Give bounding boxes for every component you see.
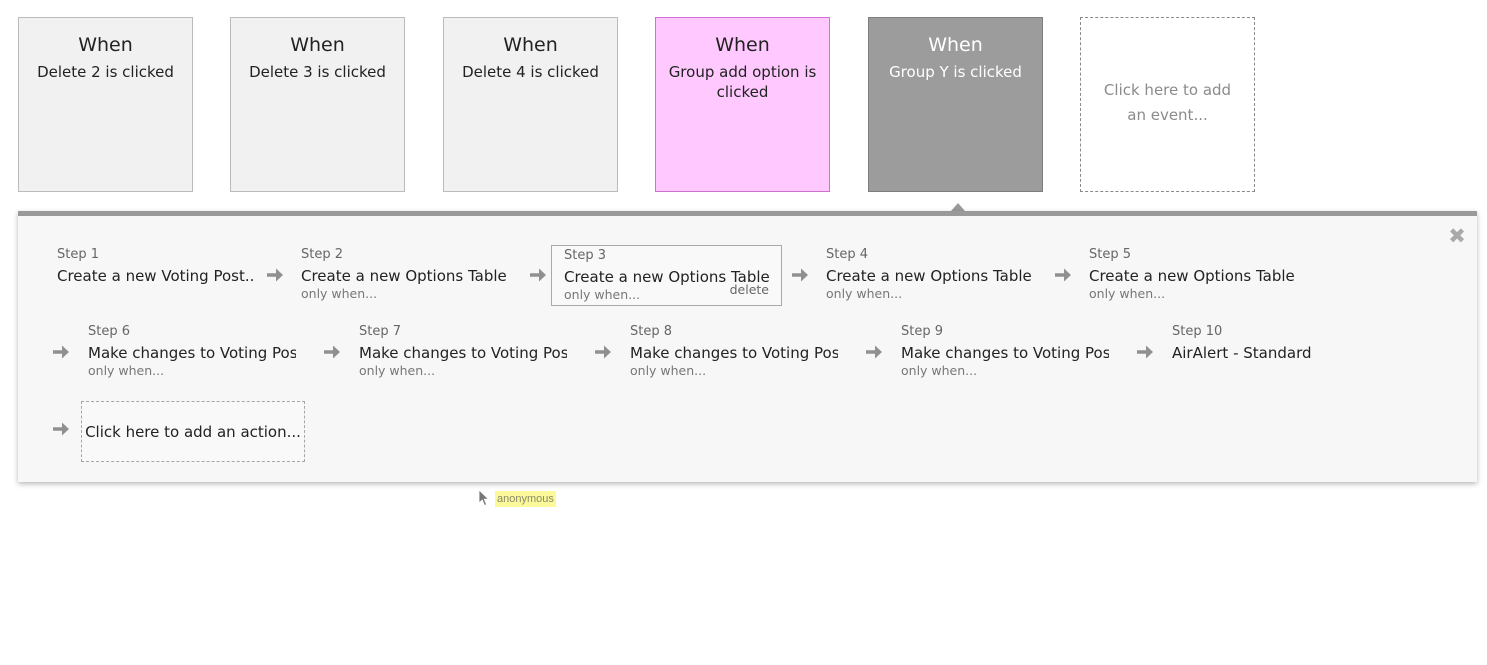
step-number: Step 1 <box>57 247 100 262</box>
event-description: Delete 4 is clicked <box>462 63 599 81</box>
arrow-right-icon <box>1137 345 1153 359</box>
add-action-label: Click here to add an action... <box>85 422 301 441</box>
event-when-label: When <box>78 34 133 56</box>
workflow-step-5[interactable]: Step 5 Create a new Options Table... onl… <box>1077 245 1307 306</box>
workflow-step-2[interactable]: Step 2 Create a new Options Table... onl… <box>289 245 519 306</box>
step-number: Step 10 <box>1172 324 1223 339</box>
step-title: Make changes to Voting Post... <box>88 344 296 362</box>
arrow-right-icon <box>530 268 546 282</box>
step-number: Step 3 <box>564 248 607 263</box>
workflow-actions-panel: ✖ Step 1 Create a new Voting Post... Ste… <box>18 211 1477 482</box>
step-number: Step 4 <box>826 247 869 262</box>
step-condition: only when... <box>88 363 165 378</box>
selected-event-pointer <box>951 203 965 211</box>
step-delete-link[interactable]: delete <box>730 282 769 298</box>
event-card-delete-4[interactable]: When Delete 4 is clicked <box>443 17 618 192</box>
step-title: Create a new Options Table... <box>1089 267 1295 285</box>
step-title: AirAlert - Standard <box>1172 344 1312 362</box>
event-when-label: When <box>503 34 558 56</box>
step-condition: only when... <box>1089 286 1166 301</box>
event-description: Group Y is clicked <box>889 63 1022 81</box>
event-when-label: When <box>928 34 983 56</box>
step-number: Step 7 <box>359 324 402 339</box>
workflow-step-10[interactable]: Step 10 AirAlert - Standard <box>1160 322 1380 383</box>
workflow-step-6[interactable]: Step 6 Make changes to Voting Post... on… <box>76 322 308 383</box>
event-card-group-add-option[interactable]: When Group add option is clicked <box>655 17 830 192</box>
arrow-right-icon <box>53 422 69 436</box>
arrow-right-icon <box>595 345 611 359</box>
step-condition: only when... <box>301 286 378 301</box>
event-card-delete-3[interactable]: When Delete 3 is clicked <box>230 17 405 192</box>
arrow-right-icon <box>866 345 882 359</box>
collaborator-user-tag: anonymous <box>495 491 556 507</box>
step-number: Step 9 <box>901 324 944 339</box>
workflow-step-9[interactable]: Step 9 Make changes to Voting Post... on… <box>889 322 1121 383</box>
event-description: Delete 3 is clicked <box>249 63 386 81</box>
step-condition: only when... <box>826 286 903 301</box>
step-title: Create a new Voting Post... <box>57 267 253 285</box>
event-description: Delete 2 is clicked <box>37 63 174 81</box>
add-event-button[interactable]: Click here to add an event... <box>1080 17 1255 192</box>
workflow-step-8[interactable]: Step 8 Make changes to Voting Post... on… <box>618 322 850 383</box>
event-description: Group add option is clicked <box>668 63 817 101</box>
workflow-step-3[interactable]: Step 3 Create a new Options Table... onl… <box>551 245 782 306</box>
arrow-right-icon <box>792 268 808 282</box>
arrow-right-icon <box>324 345 340 359</box>
event-card-group-y[interactable]: When Group Y is clicked <box>868 17 1043 192</box>
event-when-label: When <box>715 34 770 56</box>
event-when-label: When <box>290 34 345 56</box>
add-action-button[interactable]: Click here to add an action... <box>81 401 305 462</box>
step-title: Make changes to Voting Post... <box>359 344 567 362</box>
close-icon[interactable]: ✖ <box>1447 226 1467 247</box>
step-condition: only when... <box>901 363 978 378</box>
workflow-step-1[interactable]: Step 1 Create a new Voting Post... <box>45 245 265 306</box>
step-number: Step 5 <box>1089 247 1132 262</box>
arrow-right-icon <box>53 345 69 359</box>
step-condition: only when... <box>359 363 436 378</box>
add-event-label: Click here to add an event... <box>1103 80 1232 124</box>
step-title: Make changes to Voting Post... <box>630 344 838 362</box>
step-number: Step 6 <box>88 324 131 339</box>
step-condition: only when... <box>630 363 707 378</box>
workflow-step-7[interactable]: Step 7 Make changes to Voting Post... on… <box>347 322 579 383</box>
event-card-delete-2[interactable]: When Delete 2 is clicked <box>18 17 193 192</box>
workflow-step-4[interactable]: Step 4 Create a new Options Table... onl… <box>814 245 1044 306</box>
step-title: Create a new Options Table... <box>301 267 507 285</box>
step-number: Step 2 <box>301 247 344 262</box>
step-number: Step 8 <box>630 324 673 339</box>
arrow-right-icon <box>267 268 283 282</box>
step-title: Make changes to Voting Post... <box>901 344 1109 362</box>
step-title: Create a new Options Table... <box>826 267 1032 285</box>
arrow-right-icon <box>1055 268 1071 282</box>
mouse-cursor-icon <box>478 489 490 507</box>
